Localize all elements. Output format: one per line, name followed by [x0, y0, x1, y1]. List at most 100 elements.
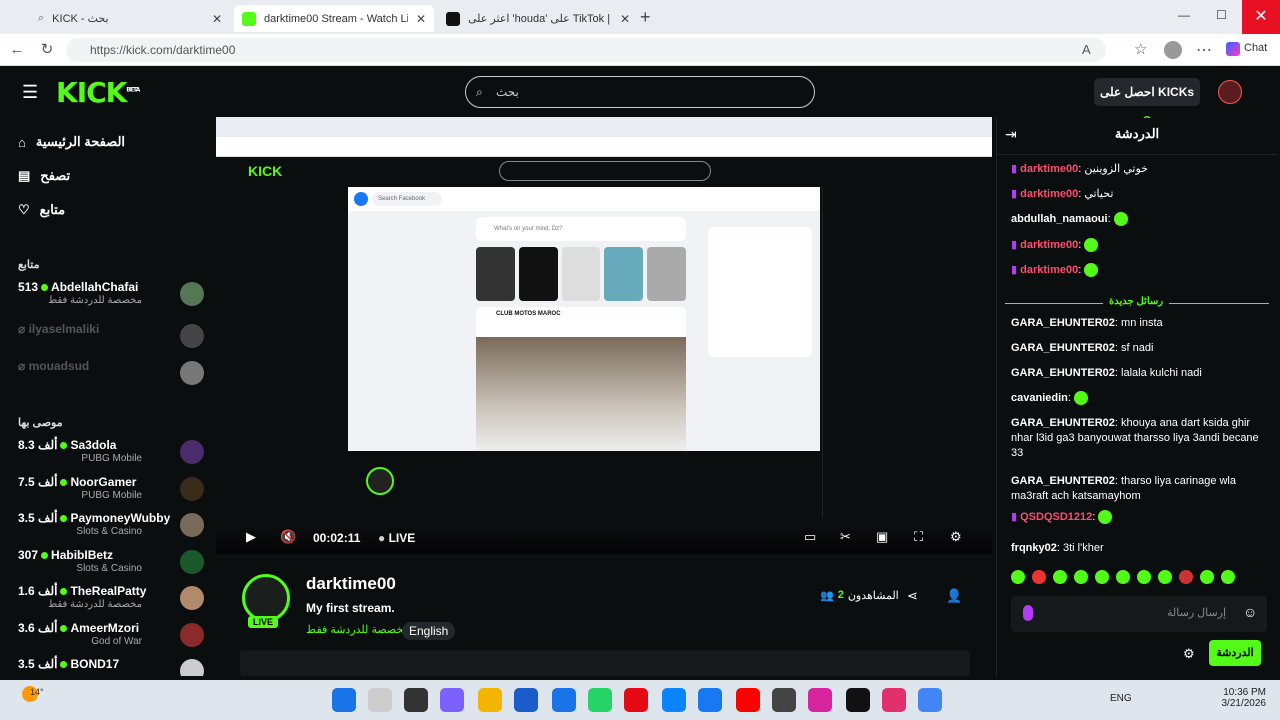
maximize-icon[interactable]: ☐	[1216, 8, 1227, 22]
emote-icon[interactable]	[1179, 570, 1193, 584]
instagram-icon[interactable]	[808, 688, 832, 712]
facebook-stories	[476, 247, 686, 301]
favorite-icon[interactable]: ☆	[1134, 40, 1147, 58]
emoji-icon[interactable]: ☺	[1243, 604, 1257, 620]
clip-icon[interactable]: ✂	[840, 529, 851, 545]
chrome-icon[interactable]	[918, 688, 942, 712]
chat-username[interactable]: QSDQSD1212	[1020, 511, 1092, 523]
chat-username[interactable]: frqnky02	[1011, 542, 1057, 554]
emote-icon[interactable]	[1137, 570, 1151, 584]
emote-icon[interactable]	[1074, 570, 1088, 584]
recommended-channel[interactable]: 8.3 ألف Sa3dola PUBG Mobile	[18, 438, 204, 474]
tiktok-live-icon[interactable]	[882, 688, 906, 712]
nav-home[interactable]: ⌂ الصفحة الرئيسية	[18, 130, 125, 154]
clock[interactable]: 10:36 PM 3/21/2026	[1218, 687, 1267, 709]
language-tag[interactable]: English	[402, 622, 456, 640]
stream-category[interactable]: مخصصة للدردشة فقط	[306, 623, 409, 636]
emote-icon[interactable]	[1158, 570, 1172, 584]
recommended-channel[interactable]: 3.5 ألف PaymoneyWubby Slots & Casino	[18, 511, 204, 547]
chat-username[interactable]: darktime00	[1020, 239, 1078, 251]
copilot-chat-button[interactable]: Chat	[1226, 42, 1267, 56]
new-tab-icon[interactable]: +	[640, 7, 651, 28]
following-channel[interactable]: 513 AbdellahChafai مخصصة للدردشة فقط	[18, 280, 204, 316]
read-aloud-icon[interactable]: A	[1082, 42, 1091, 57]
follow-icon[interactable]: 👤	[946, 588, 962, 604]
chat-username[interactable]: abdullah_namaoui	[1011, 213, 1108, 225]
close-icon[interactable]: ✕	[620, 12, 630, 26]
emote-icon[interactable]	[1200, 570, 1214, 584]
whatsapp-icon[interactable]	[588, 688, 612, 712]
chat-message: ▮ darktime00: خوتي الزوينين	[1011, 163, 1148, 175]
nav-following[interactable]: ♡ متابع	[18, 198, 65, 222]
emote-icon[interactable]	[1032, 570, 1046, 584]
windows-start-icon[interactable]	[332, 688, 356, 712]
emote-icon[interactable]	[1095, 570, 1109, 584]
recommended-channel[interactable]: 7.5 ألف NoorGamer PUBG Mobile	[18, 475, 204, 511]
copilot-app-icon[interactable]	[440, 688, 464, 712]
edge-icon[interactable]	[662, 688, 686, 712]
mute-icon[interactable]: 🔇	[280, 529, 296, 545]
facebook-icon[interactable]	[698, 688, 722, 712]
following-channel-offline[interactable]: ⌀ ilyaselmaliki	[18, 322, 204, 358]
user-avatar[interactable]	[1218, 80, 1242, 104]
search-input[interactable]: ⌕ بحث	[465, 76, 815, 108]
kick-logo[interactable]: KICKBETA	[56, 76, 140, 109]
more-icon[interactable]: ⋯	[1196, 40, 1212, 60]
emote-icon[interactable]	[1011, 570, 1025, 584]
back-icon[interactable]: ←	[6, 40, 28, 60]
language-indicator[interactable]: ENG	[1110, 693, 1132, 704]
chat-username[interactable]: cavaniedin	[1011, 392, 1068, 404]
task-view-icon[interactable]	[404, 688, 428, 712]
netflix-icon[interactable]	[624, 688, 648, 712]
emote-icon[interactable]	[1116, 570, 1130, 584]
chat-settings-icon[interactable]: ⚙	[1183, 646, 1195, 662]
refresh-icon[interactable]: ↻	[36, 40, 58, 60]
share-icon[interactable]: ⋖	[907, 588, 918, 604]
close-icon[interactable]: ✕	[416, 12, 426, 26]
taskbar-search-icon[interactable]	[368, 688, 392, 712]
menu-icon[interactable]: ☰	[22, 82, 38, 103]
youtube-icon[interactable]	[736, 688, 760, 712]
emote-icon[interactable]	[1221, 570, 1235, 584]
browser-tab[interactable]: اعثر على 'houda' على TikTok | بحث✕	[438, 5, 638, 32]
file-explorer-icon[interactable]	[478, 688, 502, 712]
play-icon[interactable]: ▶	[246, 529, 256, 545]
chat-send-button[interactable]: الدردشة	[1209, 640, 1261, 666]
recommended-channel[interactable]: 1.6 ألف TheRealPatty مخصصة للدردشة فقط	[18, 584, 204, 620]
emote-icon[interactable]	[1053, 570, 1067, 584]
channel-name[interactable]: darktime00	[306, 574, 396, 594]
settings-icon[interactable]: ⚙	[950, 529, 962, 545]
recommended-channel[interactable]: 3.6 ألف AmeerMzori God of War	[18, 621, 204, 657]
chat-username[interactable]: GARA_EHUNTER02	[1011, 317, 1115, 329]
live-dot-icon	[41, 551, 49, 559]
chat-username[interactable]: GARA_EHUNTER02	[1011, 417, 1115, 429]
pip-icon[interactable]: ▣	[876, 529, 888, 545]
chat-username[interactable]: darktime00	[1020, 188, 1078, 200]
outlook-icon[interactable]	[552, 688, 576, 712]
browser-tab[interactable]: ⌕ KICK - بحث ✕	[30, 5, 230, 32]
browser-tab-active[interactable]: darktime00 Stream - Watch Live o✕	[234, 5, 434, 32]
chat-username[interactable]: darktime00	[1020, 163, 1078, 175]
profile-icon[interactable]	[1164, 41, 1182, 59]
chat-username[interactable]: darktime00	[1020, 264, 1078, 276]
channel-avatar[interactable]	[242, 574, 290, 622]
recommended-channel[interactable]: 3.5 ألف BOND17	[18, 657, 204, 676]
url-field[interactable]: https://kick.com/darktime00	[66, 38, 1106, 62]
nav-browse[interactable]: ▤ تصفح	[18, 164, 70, 188]
chat-input[interactable]: إرسال رسالة ☺	[1011, 596, 1267, 632]
store-icon[interactable]	[514, 688, 538, 712]
video-player[interactable]: KICK Search Facebook What's on your mind…	[216, 117, 992, 553]
theater-icon[interactable]: ▭	[804, 529, 816, 545]
following-channel-offline[interactable]: ⌀ mouadsud	[18, 359, 204, 395]
get-kicks-button[interactable]: احصل على KICKs ⊗	[1094, 78, 1200, 127]
chat-username[interactable]: GARA_EHUNTER02	[1011, 475, 1115, 487]
tiktok-icon[interactable]	[846, 688, 870, 712]
chat-username[interactable]: GARA_EHUNTER02	[1011, 342, 1115, 354]
threads-icon[interactable]	[772, 688, 796, 712]
window-close-icon[interactable]: ✕	[1242, 0, 1280, 34]
recommended-channel[interactable]: 307 HabibIBetz Slots & Casino	[18, 548, 204, 584]
fullscreen-icon[interactable]: ⛶	[914, 529, 923, 545]
close-icon[interactable]: ✕	[212, 12, 222, 26]
minimize-icon[interactable]: —	[1178, 8, 1190, 22]
chat-username[interactable]: GARA_EHUNTER02	[1011, 367, 1115, 379]
